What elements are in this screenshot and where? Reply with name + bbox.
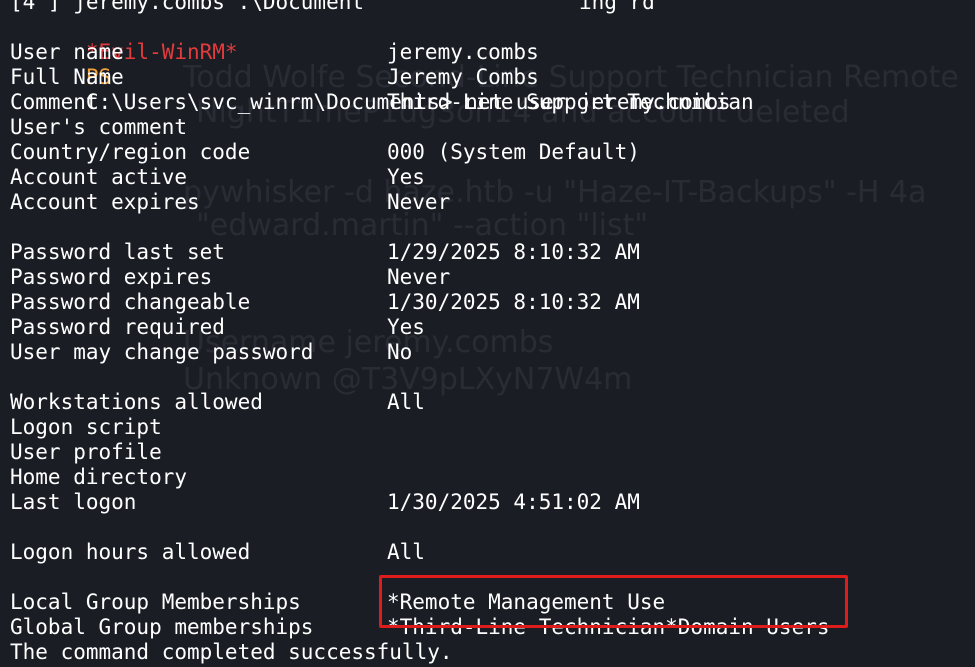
field-label: Account expires: [10, 190, 200, 214]
field-label: User profile: [10, 440, 162, 464]
field-label: Full Name: [10, 65, 124, 89]
field-value: 1/30/2025 4:51:02 AM: [387, 490, 640, 514]
field-label: User may change password: [10, 340, 314, 364]
password-info-block: Password last set 1/29/2025 8:10:32 AM Pa…: [10, 240, 830, 365]
output-row: Password expires Never: [10, 265, 830, 290]
terminal-output: [4 ] jeremy.combs .\Document ing rd *Evi…: [10, 0, 830, 665]
output-row: User may change password No: [10, 340, 830, 365]
field-value: All: [387, 390, 425, 414]
field-label: Logon script: [10, 415, 162, 439]
field-label: Logon hours allowed: [10, 540, 251, 564]
field-value: *Third-Line Technician*Domain Users: [387, 615, 830, 639]
output-row: Global Group memberships *Third-Line Tech…: [10, 615, 830, 640]
output-row: Home directory: [10, 465, 830, 490]
terminal-window[interactable]: Todd Wolfe Second-Line Support Technicia…: [0, 0, 975, 667]
field-label: Home directory: [10, 465, 188, 489]
field-value: Never: [387, 190, 451, 214]
field-value: Yes: [387, 315, 425, 339]
field-value: 1/29/2025 8:10:32 AM: [387, 240, 640, 264]
field-label: User's comment: [10, 115, 188, 139]
field-label: Comment: [10, 90, 99, 114]
output-row: Logon script: [10, 415, 830, 440]
field-label: Password last set: [10, 240, 225, 264]
field-label: Local Group Memberships: [10, 590, 301, 614]
account-info-block: User name jeremy.combs Full Name Jeremy Co…: [10, 40, 830, 215]
output-row: Password last set 1/29/2025 8:10:32 AM: [10, 240, 830, 265]
output-row: Comment Third-Line Support Technician: [10, 90, 830, 115]
output-row: Last logon 1/30/2025 4:51:02 AM: [10, 490, 830, 515]
output-row: Account active Yes: [10, 165, 830, 190]
field-value: Jeremy Combs: [387, 65, 539, 89]
field-label: Country/region code: [10, 140, 251, 164]
command-prompt-line[interactable]: *Evil-WinRM* PS C:\Users\svc_winrm\Docum…: [10, 15, 830, 114]
field-value: 1/30/2025 8:10:32 AM: [387, 290, 640, 314]
field-value: Yes: [387, 165, 425, 189]
output-row: Full Name Jeremy Combs: [10, 65, 830, 90]
output-row: Password required Yes: [10, 315, 830, 340]
field-label: Password expires: [10, 265, 213, 289]
field-label: User name: [10, 40, 124, 64]
field-value: 000 (System Default): [387, 140, 640, 164]
output-row: Country/region code 000 (System Default): [10, 140, 830, 165]
field-label: Account active: [10, 165, 188, 189]
field-label: Password changeable: [10, 290, 251, 314]
field-value: jeremy.combs: [387, 40, 539, 64]
output-row: User profile: [10, 440, 830, 465]
field-label: Workstations allowed: [10, 390, 263, 414]
completion-message: The command completed successfully.: [10, 640, 453, 664]
output-row: Workstations allowed All: [10, 390, 830, 415]
logon-info-block: Workstations allowed All Logon script Use…: [10, 390, 830, 515]
output-row: User name jeremy.combs: [10, 40, 830, 65]
partial-previous-line: [4 ] jeremy.combs .\Document ing rd: [10, 0, 655, 14]
field-value: No: [387, 340, 413, 364]
field-label: Global Group memberships: [10, 615, 314, 639]
output-row: Logon hours allowed All: [10, 540, 830, 565]
field-label: Password required: [10, 315, 225, 339]
field-value: Third-Line Support Technician: [387, 90, 754, 114]
output-row: User's comment: [10, 115, 830, 140]
field-value: Never: [387, 265, 451, 289]
output-row: Account expires Never: [10, 190, 830, 215]
output-row: Local Group Memberships *Remote Managemen…: [10, 590, 830, 615]
field-value: All: [387, 540, 425, 564]
group-memberships-block: Local Group Memberships *Remote Managemen…: [10, 590, 830, 640]
field-label: Last logon: [10, 490, 137, 514]
output-row: Password changeable 1/30/2025 8:10:32 AM: [10, 290, 830, 315]
field-value: *Remote Management Use: [387, 590, 666, 614]
